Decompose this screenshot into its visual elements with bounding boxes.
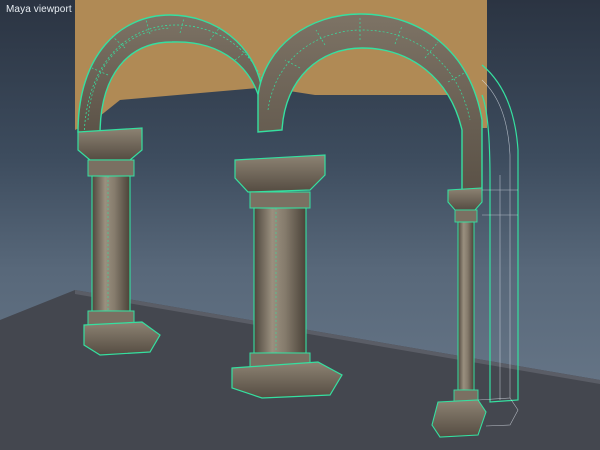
viewport-title: Maya viewport [6, 4, 72, 15]
arch-right-partial[interactable] [481, 64, 519, 403]
maya-3d-viewport[interactable]: Maya viewport [0, 0, 600, 450]
scene-canvas[interactable] [0, 0, 600, 450]
